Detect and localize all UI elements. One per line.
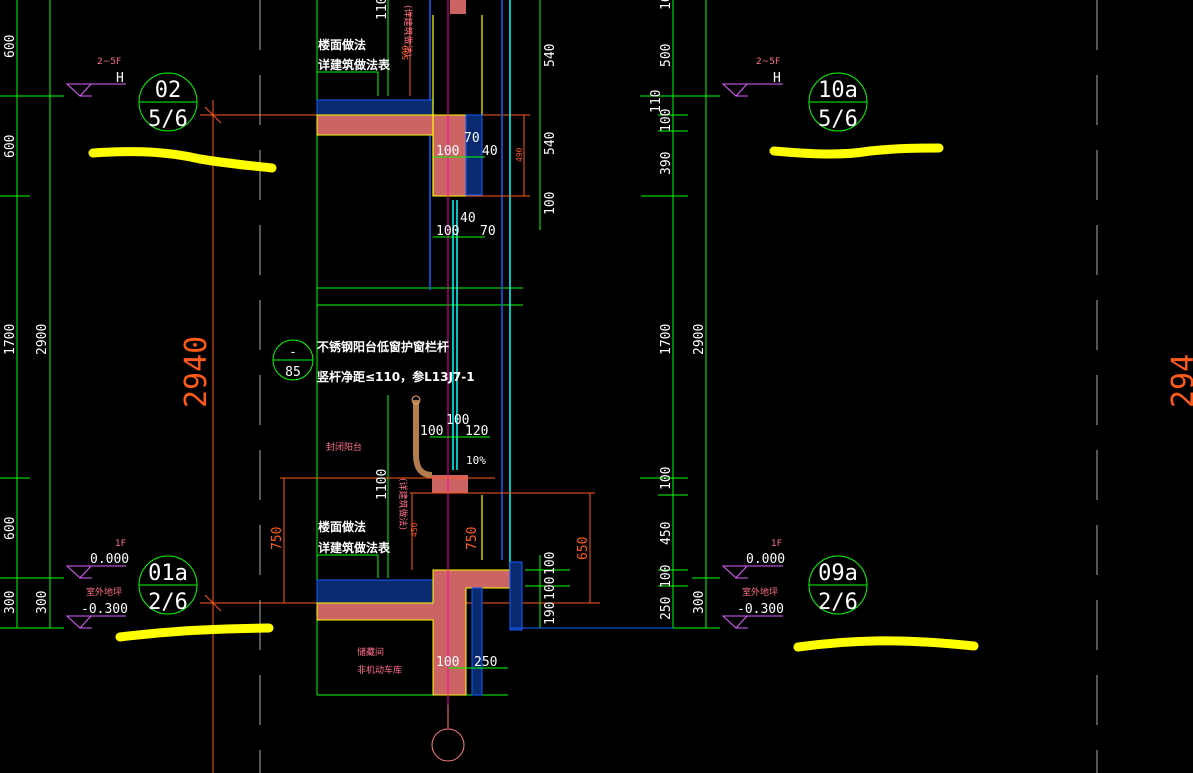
- dim-650: 650: [576, 537, 591, 560]
- floor-range-label: 2~5F: [97, 57, 121, 67]
- see-table-label: 详建筑做法表: [318, 57, 391, 72]
- dim-100: 100: [436, 655, 459, 670]
- elevation-0000: 0.000: [746, 552, 785, 567]
- dim-750: 750: [465, 527, 480, 550]
- bike-garage-label: 非机动车库: [357, 664, 402, 676]
- dim-100: 100: [543, 552, 558, 575]
- elevation-marks-left: 2~5F H 1F 0.000 室外地坪 -0.300: [65, 57, 129, 629]
- storage-label: 储藏间: [357, 646, 384, 658]
- dim-490: 490: [515, 147, 524, 162]
- dim-600: 600: [3, 135, 18, 158]
- dim-40: 40: [460, 211, 476, 226]
- outdoor-ground-label: 室外地坪: [742, 586, 778, 598]
- highlight-stroke: [88, 147, 277, 173]
- floor-finish-label: 楼面做法: [318, 37, 366, 52]
- axis-bubble: [431, 728, 465, 762]
- closed-balcony-label: 封闭阳台: [326, 441, 362, 453]
- floor-range-label: 2~5F: [756, 57, 780, 67]
- dim-540: 540: [543, 44, 558, 67]
- detail-number: 01a: [148, 561, 188, 586]
- railing-note: 不锈钢阳台低窗护窗栏杆: [317, 339, 449, 354]
- railing-spacing-note: 竖杆净距≤110，参L13J7-1: [317, 369, 475, 384]
- see-table-label: 详建筑做法表: [318, 540, 391, 555]
- dim-1700: 1700: [3, 324, 18, 355]
- dim-500: 500: [401, 45, 410, 60]
- dim-2900: 2900: [35, 324, 50, 355]
- elevation-minus-0300: -0.300: [737, 602, 784, 617]
- dim-1100: 1100: [375, 469, 390, 500]
- elevation-0000: 0.000: [90, 552, 129, 567]
- dim-540: 540: [543, 132, 558, 155]
- dim-2900: 2900: [692, 324, 707, 355]
- detail-tag[interactable]: 10a 5/6: [808, 72, 868, 132]
- dim-100: 100: [659, 565, 674, 588]
- dim-300: 300: [3, 591, 18, 614]
- dim-100: 100: [543, 192, 558, 215]
- dim-110: 110: [375, 0, 390, 20]
- outdoor-ground-label: 室外地坪: [86, 586, 122, 598]
- right-dimension-chain: 10 500 110 100 390 1700 100 450 100 250 …: [640, 0, 720, 629]
- detail-tag[interactable]: 01a 2/6: [138, 555, 198, 615]
- detail-tag[interactable]: 09a 2/6: [808, 555, 868, 615]
- highlight-stroke: [115, 623, 274, 642]
- sheet-number: 85: [285, 365, 301, 380]
- vertical-note: (详建筑做法): [397, 478, 409, 530]
- dim-2940: 2940: [179, 336, 214, 408]
- dim-300: 300: [35, 591, 50, 614]
- sheet-number: 2/6: [148, 590, 188, 615]
- left-dimension-chain: 600 600 1700 600 300 2900 300: [0, 0, 64, 629]
- dim-40: 40: [482, 144, 498, 159]
- cad-drawing-canvas[interactable]: 600 600 1700 600 300 2900 300 10 500 110…: [0, 0, 1193, 773]
- highlight-stroke: [769, 143, 944, 159]
- sheet-number: 5/6: [818, 107, 858, 132]
- dim-750: 750: [270, 527, 285, 550]
- dim-300: 300: [692, 591, 707, 614]
- dim-190: 190: [543, 602, 558, 625]
- dim-1700: 1700: [659, 324, 674, 355]
- detail-tag[interactable]: 02 5/6: [138, 72, 198, 132]
- dim-10: 10: [659, 0, 674, 10]
- dim-70: 70: [464, 131, 480, 146]
- dim-390: 390: [659, 152, 674, 175]
- dim-100: 100: [420, 424, 443, 439]
- dim-100: 100: [659, 467, 674, 490]
- dim-450: 450: [659, 522, 674, 545]
- dim-100: 100: [436, 144, 459, 159]
- sheet-number: 5/6: [148, 107, 188, 132]
- dim-500: 500: [659, 44, 674, 67]
- dim-250: 250: [474, 655, 497, 670]
- elevation-marks-right: 2~5F H 1F 0.000 室外地坪 -0.300: [721, 57, 785, 629]
- floor-1f-label: 1F: [115, 539, 126, 549]
- overall-dimension: 2940 294: [179, 100, 1193, 773]
- slope-label: 10%: [466, 454, 486, 467]
- sheet-number: 2/6: [818, 590, 858, 615]
- dim-100: 100: [436, 224, 459, 239]
- dim-100: 100: [543, 577, 558, 600]
- dim-120: 120: [465, 424, 488, 439]
- detail-number: 09a: [818, 561, 858, 586]
- floor-finish-label: 楼面做法: [318, 519, 366, 534]
- elevation-minus-0300: -0.300: [81, 602, 128, 617]
- dim-600: 600: [3, 35, 18, 58]
- dim-100: 100: [659, 109, 674, 132]
- railing-detail-tag[interactable]: - 85: [272, 339, 314, 381]
- highlight-stroke: [793, 636, 979, 652]
- dim-600: 600: [3, 517, 18, 540]
- detail-number: 10a: [818, 78, 858, 103]
- dim-2940-right: 294: [1166, 354, 1193, 408]
- detail-number: -: [289, 345, 297, 360]
- dim-70: 70: [480, 224, 496, 239]
- detail-number: 02: [155, 78, 182, 103]
- dim-250: 250: [659, 597, 674, 620]
- floor-1f-label: 1F: [771, 539, 782, 549]
- dim-450: 450: [410, 522, 419, 537]
